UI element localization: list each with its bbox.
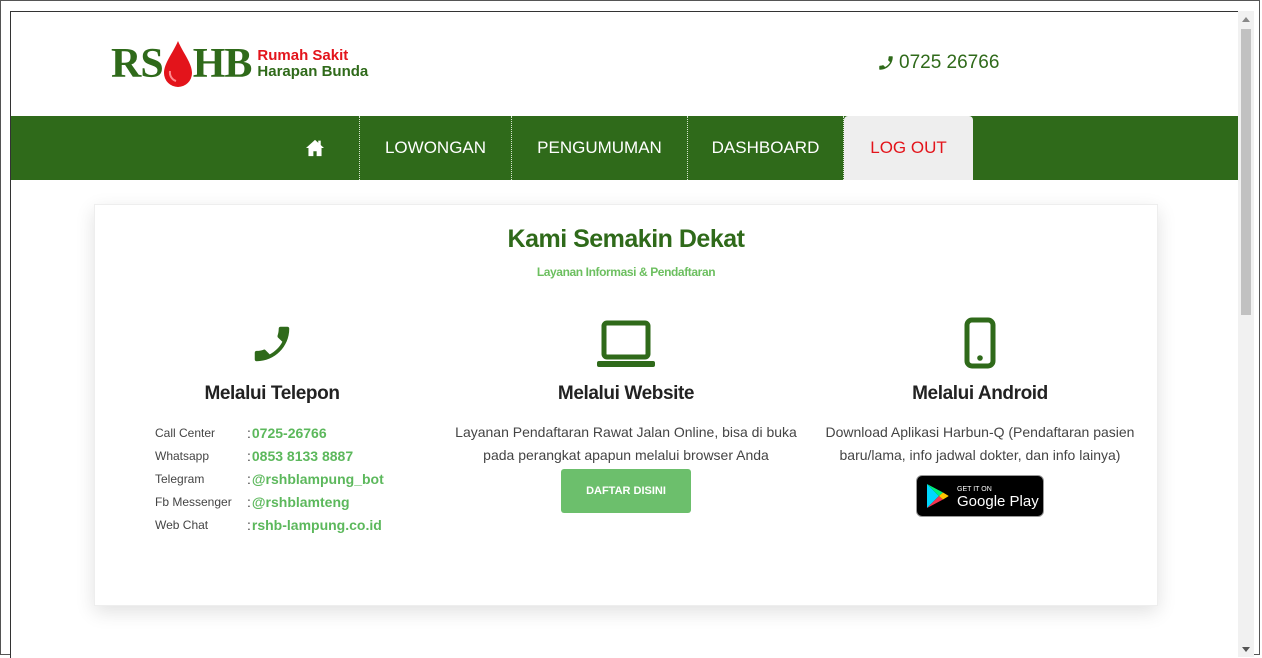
contact-value: 0853 8133 8887 [251,447,354,464]
contact-row-web-chat: Web Chat :rshb-lampung.co.id [155,513,449,536]
contact-value-link[interactable]: :@rshblampung_bot [247,471,384,487]
contact-card: Kami Semakin Dekat Layanan Informasi & P… [94,204,1158,606]
google-play-icon [927,484,949,508]
contact-row-call-center: Call Center :0725-26766 [155,421,449,444]
contact-value: rshb-lampung.co.id [251,516,382,533]
column-website: Melalui Website Layanan Pendaftaran Rawa… [449,313,803,513]
column-website-icon-wrap [449,313,803,369]
contact-value-link[interactable]: :rshb-lampung.co.id [247,517,382,533]
header-phone-number: 0725 26766 [899,52,1000,73]
contact-row-fb-messenger: Fb Messenger :@rshblamteng [155,490,449,513]
logo-mark: RS HB [111,39,253,89]
phone-icon [879,56,893,70]
contact-value: @rshblampung_bot [251,470,384,487]
column-telepon: Melalui Telepon Call Center :0725-26766 … [95,313,449,536]
nav-dashboard-label: DASHBOARD [711,138,820,157]
daftar-disini-button[interactable]: DAFTAR DISINI [561,469,691,513]
nav-logout-label: LOG OUT [870,138,947,157]
contact-value-link[interactable]: :0725-26766 [247,425,327,441]
logo-letters-right: HB [192,41,253,87]
contact-label: Call Center [155,425,216,440]
scroll-up-arrow-icon[interactable] [1242,17,1250,22]
scroll-down-arrow-icon[interactable] [1242,647,1250,652]
column-android-title: Melalui Android [912,383,1048,404]
column-android-text: Download Aplikasi Harbun-Q (Pendaftaran … [825,424,1135,463]
laptop-icon [597,320,655,367]
nav-lowongan-label: LOWONGAN [384,138,487,157]
logo-letters-left: RS [111,41,164,87]
vertical-scrollbar[interactable] [1238,11,1254,657]
blood-drop-icon [163,41,192,87]
contact-row-telegram: Telegram :@rshblampung_bot [155,467,449,490]
column-website-text: Layanan Pendaftaran Rawat Jalan Online, … [455,424,797,463]
logo-line1: Rumah Sakit [257,47,349,64]
logo-line2: Harapan Bunda [257,63,369,80]
column-android-icon-wrap [803,313,1157,369]
contact-label: Web Chat [155,517,209,532]
mobile-icon [964,317,996,369]
nav-pengumuman-label: PENGUMUMAN [537,138,662,157]
card-subtitle: Layanan Informasi & Pendaftaran [536,265,716,279]
nav-logout[interactable]: LOG OUT [844,116,973,180]
google-play-text: GET IT ON Google Play [957,484,1039,510]
contact-label: Fb Messenger [155,494,232,509]
column-telepon-title: Melalui Telepon [204,383,340,404]
contact-value-link[interactable]: :@rshblamteng [247,494,350,510]
contact-label: Whatsapp [155,448,210,463]
column-telepon-icon-wrap [95,313,449,369]
home-icon [306,139,324,157]
card-title: Kami Semakin Dekat [507,225,745,253]
contact-value-link[interactable]: :0853 8133 8887 [247,448,353,464]
contact-value: @rshblamteng [251,493,350,510]
column-website-title: Melalui Website [557,383,695,404]
main-nav: LOWONGAN PENGUMUMAN DASHBOARD LOG OUT [11,116,1238,180]
column-android: Melalui Android Download Aplikasi Harbun… [803,313,1157,517]
page-viewport: RS HB Rumah Sakit Harapan Bunda 0725 267… [10,11,1238,658]
contact-value: 0725-26766 [251,424,327,441]
phone-icon [254,326,290,362]
site-header: RS HB Rumah Sakit Harapan Bunda 0725 267… [11,12,1238,116]
contact-label: Telegram [155,471,205,486]
scroll-thumb[interactable] [1241,29,1251,315]
nav-pengumuman[interactable]: PENGUMUMAN [512,116,687,180]
nav-dashboard[interactable]: DASHBOARD [688,116,843,180]
site-logo[interactable]: RS HB Rumah Sakit Harapan Bunda [111,36,368,92]
nav-lowongan[interactable]: LOWONGAN [360,116,511,180]
contact-list: Call Center :0725-26766 Whatsapp :0853 8… [155,421,449,536]
header-phone[interactable]: 0725 26766 [877,52,999,74]
google-play-big: Google Play [957,493,1039,510]
google-play-badge[interactable]: GET IT ON Google Play [916,475,1044,517]
contact-row-whatsapp: Whatsapp :0853 8133 8887 [155,444,449,467]
logo-text: Rumah Sakit Harapan Bunda [257,48,368,80]
nav-home[interactable] [271,116,359,180]
